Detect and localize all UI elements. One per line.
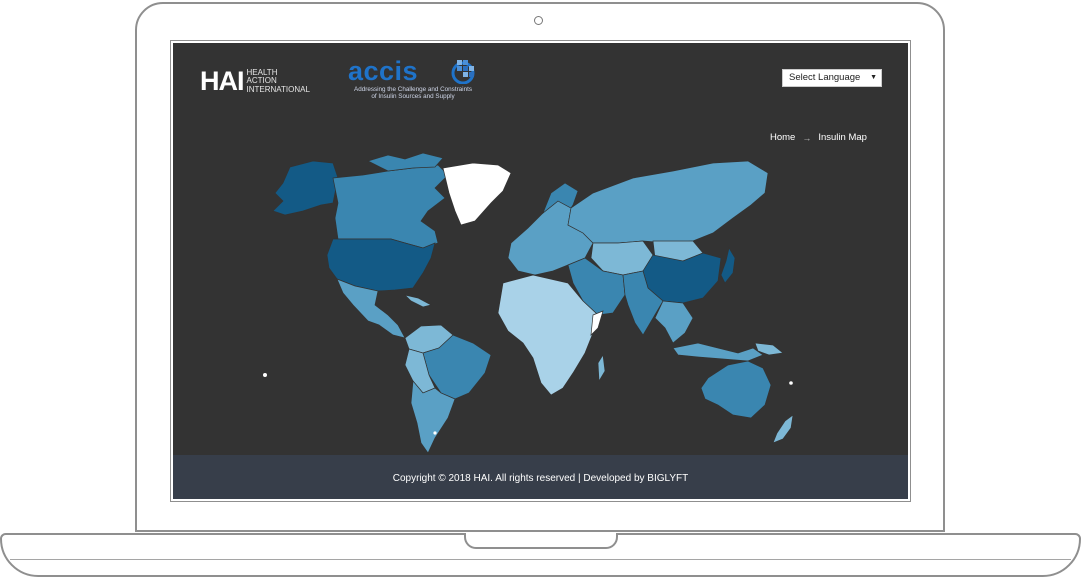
map-region-new-zealand[interactable] [772,414,794,444]
footer: Copyright © 2018 HAI. All rights reserve… [173,455,908,499]
map-region-canada[interactable] [332,164,449,249]
map-region-southeast-asia[interactable] [654,300,694,344]
base-divider [10,559,1071,560]
map-region-australia[interactable] [700,360,772,419]
map-region-falklands[interactable] [433,431,437,435]
map-region-greenland[interactable] [442,162,512,226]
screen: HAI HEALTH ACTION INTERNATIONAL accis Ad… [173,43,908,499]
map-region-alaska[interactable] [272,160,339,216]
map-region-madagascar[interactable] [597,353,606,383]
laptop-base [0,533,1081,577]
map-region-indonesia[interactable] [672,342,764,362]
map-region-hawaii[interactable] [263,373,267,377]
camera-icon [534,16,543,25]
footer-copyright: Copyright © 2018 HAI. All rights reserve… [392,473,689,484]
laptop-notch [464,533,618,549]
map-region-pacific-island[interactable] [789,381,793,385]
world-map[interactable] [173,43,908,455]
map-region-russia[interactable] [567,160,769,244]
map-region-caribbean[interactable] [403,294,432,308]
map-region-japan[interactable] [720,247,736,284]
